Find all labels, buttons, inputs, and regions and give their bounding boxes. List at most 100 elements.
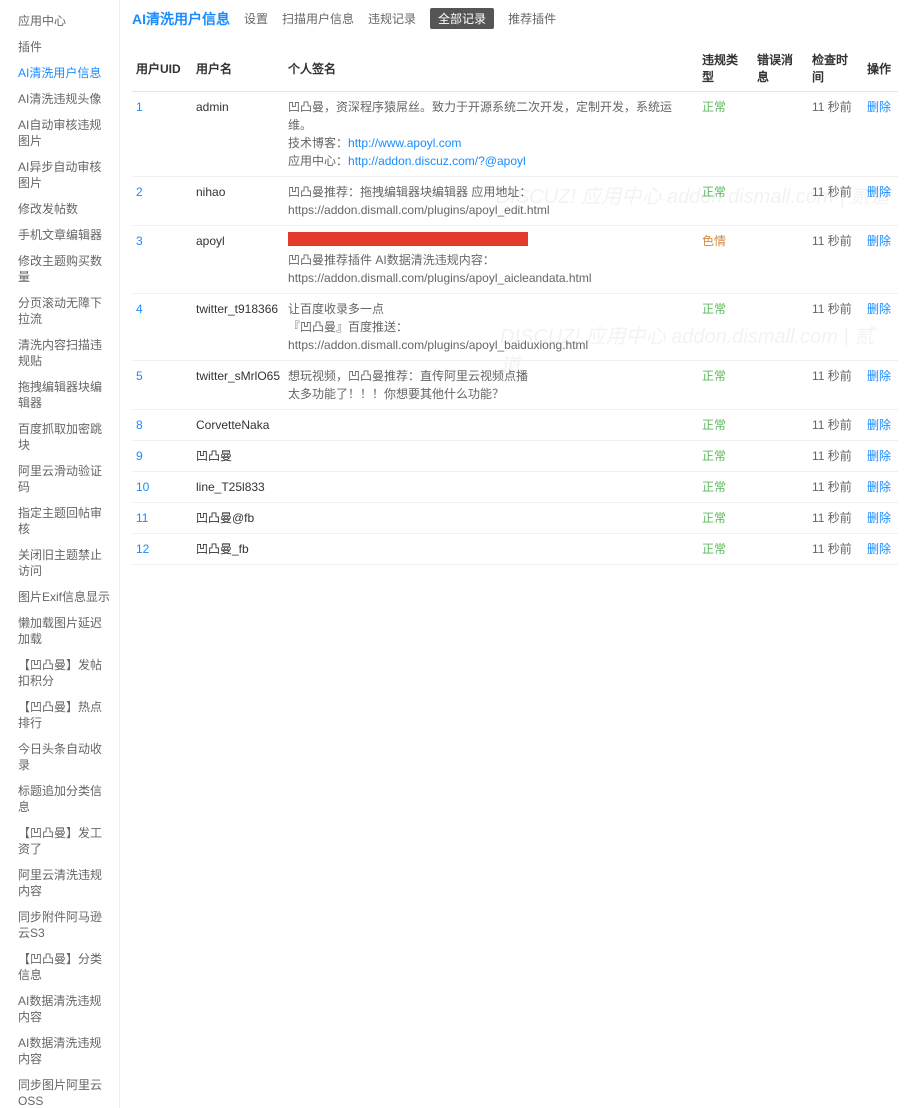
cell-error: [753, 441, 808, 472]
cell-time: 11 秒前: [808, 92, 863, 177]
table-row: 1admin凹凸曼，资深程序猿屌丝。致力于开源系统二次开发，定制开发，系统运维。…: [132, 92, 898, 177]
sidebar-item-28[interactable]: 同步图片阿里云OSS: [0, 1072, 119, 1108]
table-row: 4twitter_t918366让百度收录多一点『凹凸曼』百度推送：https:…: [132, 294, 898, 361]
sidebar-item-15[interactable]: 关闭旧主题禁止访问: [0, 542, 119, 584]
cell-status: 色情: [698, 226, 753, 294]
sidebar-item-14[interactable]: 指定主题回帖审核: [0, 500, 119, 542]
cell-time: 11 秒前: [808, 534, 863, 565]
cell-uid[interactable]: 9: [132, 441, 192, 472]
delete-link[interactable]: 删除: [867, 302, 891, 316]
cell-op: 删除: [863, 441, 898, 472]
cell-uid[interactable]: 4: [132, 294, 192, 361]
cell-uid[interactable]: 2: [132, 177, 192, 226]
cell-uid[interactable]: 11: [132, 503, 192, 534]
sidebar-item-10[interactable]: 清洗内容扫描违规贴: [0, 332, 119, 374]
user-table: 用户UID用户名个人签名违规类型错误消息检查时间操作 1admin凹凸曼，资深程…: [132, 45, 898, 565]
sidebar-item-13[interactable]: 阿里云滑动验证码: [0, 458, 119, 500]
delete-link[interactable]: 删除: [867, 480, 891, 494]
col-header-time: 检查时间: [808, 45, 863, 92]
sidebar-item-12[interactable]: 百度抓取加密跳块: [0, 416, 119, 458]
cell-signature: 凹凸曼推荐：拖拽编辑器块编辑器 应用地址：https://addon.disma…: [284, 177, 698, 226]
delete-link[interactable]: 删除: [867, 449, 891, 463]
cell-time: 11 秒前: [808, 177, 863, 226]
delete-link[interactable]: 删除: [867, 511, 891, 525]
sidebar-item-19[interactable]: 【凹凸曼】热点排行: [0, 694, 119, 736]
delete-link[interactable]: 删除: [867, 234, 891, 248]
sidebar-item-5[interactable]: AI异步自动审核图片: [0, 154, 119, 196]
delete-link[interactable]: 删除: [867, 185, 891, 199]
cell-time: 11 秒前: [808, 441, 863, 472]
sidebar-item-4[interactable]: AI自动审核违规图片: [0, 112, 119, 154]
cell-uid[interactable]: 8: [132, 410, 192, 441]
cell-error: [753, 177, 808, 226]
cell-username: twitter_t918366: [192, 294, 284, 361]
cell-time: 11 秒前: [808, 410, 863, 441]
cell-username: admin: [192, 92, 284, 177]
delete-link[interactable]: 删除: [867, 100, 891, 114]
sidebar-item-24[interactable]: 同步附件阿马逊云S3: [0, 904, 119, 946]
tab-设置[interactable]: 设置: [244, 10, 268, 27]
tab-扫描用户信息[interactable]: 扫描用户信息: [282, 10, 354, 27]
sidebar-item-16[interactable]: 图片Exif信息显示: [0, 584, 119, 610]
cell-op: 删除: [863, 534, 898, 565]
tab-全部记录[interactable]: 全部记录: [430, 8, 494, 29]
cell-signature: [284, 503, 698, 534]
sidebar-item-6[interactable]: 修改发帖数: [0, 196, 119, 222]
cell-op: 删除: [863, 472, 898, 503]
cell-uid[interactable]: 10: [132, 472, 192, 503]
sidebar-item-8[interactable]: 修改主题购买数量: [0, 248, 119, 290]
sidebar-item-7[interactable]: 手机文章编辑器: [0, 222, 119, 248]
cell-error: [753, 410, 808, 441]
cell-op: 删除: [863, 226, 898, 294]
col-header-op: 操作: [863, 45, 898, 92]
cell-status: 正常: [698, 503, 753, 534]
cell-username: CorvetteNaka: [192, 410, 284, 441]
cell-username: line_T25l833: [192, 472, 284, 503]
sidebar-item-3[interactable]: AI清洗违规头像: [0, 86, 119, 112]
sidebar-item-17[interactable]: 懒加载图片延迟加载: [0, 610, 119, 652]
sidebar-item-2[interactable]: AI清洗用户信息: [0, 60, 119, 86]
table-row: 2nihao凹凸曼推荐：拖拽编辑器块编辑器 应用地址：https://addon…: [132, 177, 898, 226]
cell-status: 正常: [698, 441, 753, 472]
delete-link[interactable]: 删除: [867, 418, 891, 432]
cell-signature: 让百度收录多一点『凹凸曼』百度推送：https://addon.dismall.…: [284, 294, 698, 361]
cell-op: 删除: [863, 294, 898, 361]
cell-username: 凹凸曼_fb: [192, 534, 284, 565]
cell-status: 正常: [698, 361, 753, 410]
cell-error: [753, 472, 808, 503]
col-header-err: 错误消息: [753, 45, 808, 92]
cell-uid[interactable]: 5: [132, 361, 192, 410]
cell-signature: [284, 441, 698, 472]
cell-signature: 凹凸曼，资深程序猿屌丝。致力于开源系统二次开发，定制开发，系统运维。技术博客：h…: [284, 92, 698, 177]
cell-op: 删除: [863, 177, 898, 226]
tab-推荐插件[interactable]: 推荐插件: [508, 10, 556, 27]
table-row: 5twitter_sMrlO65想玩视频，凹凸曼推荐：直传阿里云视频点播太多功能…: [132, 361, 898, 410]
sidebar-item-25[interactable]: 【凹凸曼】分类信息: [0, 946, 119, 988]
table-row: 3apoyl凹凸曼推荐插件 AI数据清洗违规内容：https://addon.d…: [132, 226, 898, 294]
cell-uid[interactable]: 1: [132, 92, 192, 177]
sidebar-item-27[interactable]: AI数据清洗违规内容: [0, 1030, 119, 1072]
cell-time: 11 秒前: [808, 503, 863, 534]
cell-status: 正常: [698, 294, 753, 361]
sidebar-item-20[interactable]: 今日头条自动收录: [0, 736, 119, 778]
sidebar-item-21[interactable]: 标题追加分类信息: [0, 778, 119, 820]
sidebar-item-26[interactable]: AI数据清洗违规内容: [0, 988, 119, 1030]
main-panel: DISCUZ! 应用中心 addon.dismall.com | 贰道 DISC…: [120, 0, 910, 1108]
sidebar-item-1[interactable]: 插件: [0, 34, 119, 60]
sidebar-item-11[interactable]: 拖拽编辑器块编辑器: [0, 374, 119, 416]
col-header-user: 用户名: [192, 45, 284, 92]
sidebar-item-22[interactable]: 【凹凸曼】发工资了: [0, 820, 119, 862]
cell-signature: 想玩视频，凹凸曼推荐：直传阿里云视频点播太多功能了！！！你想要其他什么功能？: [284, 361, 698, 410]
cell-uid[interactable]: 12: [132, 534, 192, 565]
cell-username: twitter_sMrlO65: [192, 361, 284, 410]
cell-uid[interactable]: 3: [132, 226, 192, 294]
tab-违规记录[interactable]: 违规记录: [368, 10, 416, 27]
sidebar-item-18[interactable]: 【凹凸曼】发帖扣积分: [0, 652, 119, 694]
cell-error: [753, 361, 808, 410]
sidebar-item-23[interactable]: 阿里云清洗违规内容: [0, 862, 119, 904]
cell-time: 11 秒前: [808, 294, 863, 361]
delete-link[interactable]: 删除: [867, 369, 891, 383]
sidebar-item-9[interactable]: 分页滚动无障下拉流: [0, 290, 119, 332]
sidebar-item-0[interactable]: 应用中心: [0, 8, 119, 34]
page-title: AI清洗用户信息: [132, 9, 230, 29]
